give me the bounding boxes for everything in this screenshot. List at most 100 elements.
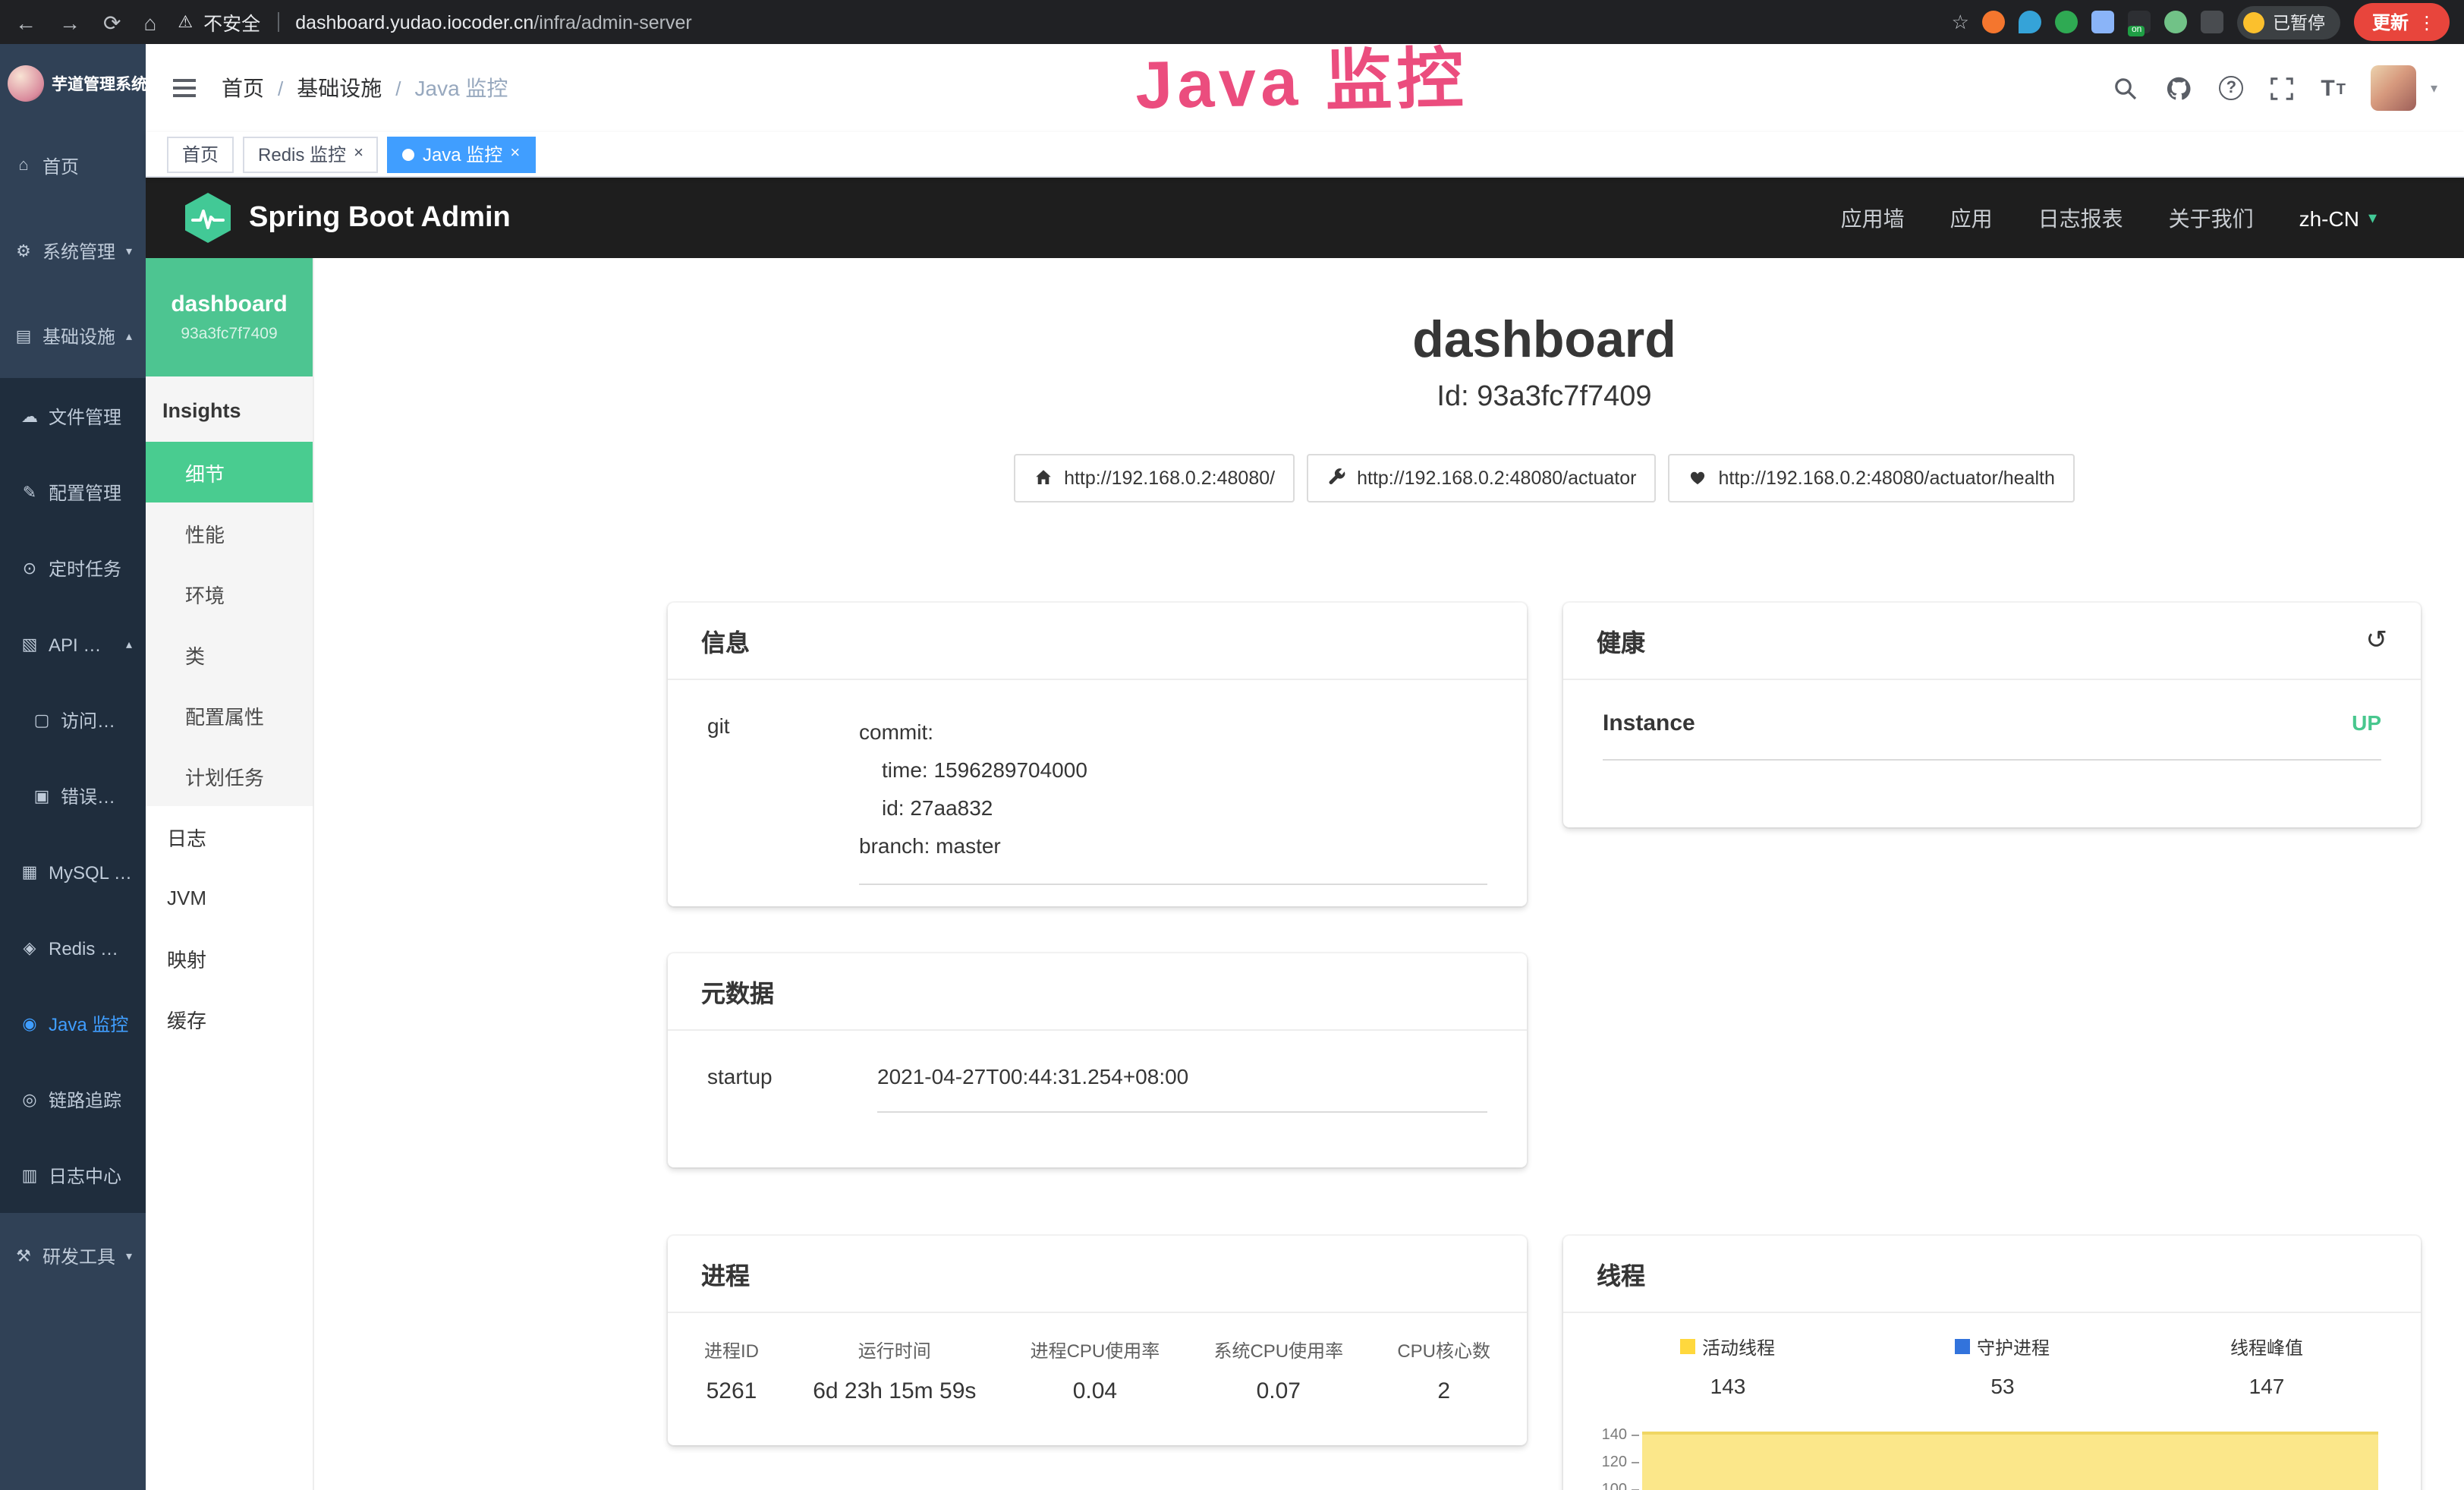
redis-icon: ◈: [20, 937, 39, 957]
sba-item-scheduled-tasks[interactable]: 计划任务: [146, 745, 313, 806]
sba-item-config-props[interactable]: 配置属性: [146, 685, 313, 745]
sba-item-jvm[interactable]: JVM: [146, 867, 313, 928]
forward-icon[interactable]: →: [59, 11, 80, 33]
font-size-icon[interactable]: TT: [2321, 77, 2346, 99]
home-icon: [1034, 468, 1053, 488]
tab-java-monitor[interactable]: Java 监控×: [388, 136, 535, 172]
sidebar-item-dev-tools[interactable]: ⚒研发工具▾: [0, 1213, 146, 1298]
home-icon: ⌂: [14, 156, 33, 175]
home-icon[interactable]: ⌂: [143, 11, 156, 33]
browser-menu-icon[interactable]: ⋮: [2418, 11, 2436, 33]
sidebar-item-scheduled-tasks[interactable]: ⊙定时任务: [0, 530, 146, 606]
sidebar-item-infrastructure[interactable]: ▤基础设施▴: [0, 293, 146, 378]
breadcrumb-infrastructure[interactable]: 基础设施: [297, 73, 382, 103]
actuator-url-link[interactable]: http://192.168.0.2:48080/actuator: [1307, 454, 1656, 502]
update-label: 更新: [2372, 9, 2409, 35]
legend-live-threads: 活动线程 143: [1681, 1334, 1775, 1398]
threads-chart: 140 120 100: [1591, 1422, 2393, 1490]
browser-nav: ← → ⟳ ⌂: [15, 11, 156, 33]
github-icon[interactable]: [2164, 74, 2193, 102]
sba-item-environment[interactable]: 环境: [146, 563, 313, 624]
sba-item-logs[interactable]: 日志: [146, 806, 313, 867]
extension-icon-4[interactable]: [2092, 11, 2115, 33]
health-card-title: 健康: [1597, 622, 1645, 659]
fullscreen-icon[interactable]: [2269, 75, 2295, 101]
info-card: 信息 git commit: time: 1596289704000 id: 2…: [668, 603, 1527, 906]
extension-icon-7[interactable]: [2201, 11, 2224, 33]
instance-links: http://192.168.0.2:48080/ http://192.168…: [668, 454, 2421, 502]
address-bar[interactable]: ⚠ 不安全 dashboard.yudao.iocoder.cn/infra/a…: [178, 8, 691, 36]
sidebar-item-access-logs[interactable]: ▢访问日志: [0, 682, 146, 758]
breadcrumb-home[interactable]: 首页: [222, 73, 264, 103]
sidebar-item-log-center[interactable]: ▥日志中心: [0, 1137, 146, 1213]
sidebar-item-mysql-monitor[interactable]: ▦MySQL 监控: [0, 833, 146, 909]
close-icon[interactable]: ×: [510, 146, 520, 162]
breadcrumb-separator: /: [278, 77, 283, 99]
instance-id: 93a3fc7f7409: [181, 325, 277, 343]
sba-nav-about[interactable]: 关于我们: [2169, 203, 2254, 233]
sba-item-classes[interactable]: 类: [146, 624, 313, 685]
health-card: 健康 ↺ Instance UP: [1563, 603, 2421, 827]
sba-nav-applications[interactable]: 应用: [1950, 203, 1993, 233]
chevron-down-icon[interactable]: ▾: [2431, 80, 2437, 96]
wrench-icon: [1326, 468, 1346, 488]
back-icon[interactable]: ←: [15, 11, 36, 33]
threads-chart-y-axis: 140 120 100: [1591, 1422, 1639, 1490]
sidebar-menu: ⌂首页 ⚙系统管理▾ ▤基础设施▴ ☁文件管理 ✎配置管理 ⊙定时任务 ▧API…: [0, 123, 146, 1298]
sidebar-item-tracing[interactable]: ◎链路追踪: [0, 1061, 146, 1137]
service-url-link[interactable]: http://192.168.0.2:48080/: [1014, 454, 1295, 502]
sidebar-item-config-mgmt[interactable]: ✎配置管理: [0, 454, 146, 530]
process-stat-uptime: 运行时间 6d 23h 15m 59s: [813, 1337, 976, 1404]
bookmark-star-icon[interactable]: ☆: [1952, 10, 1969, 34]
reload-icon[interactable]: ⟳: [103, 11, 121, 33]
admin-sidebar: 芋道管理系统 ⌂首页 ⚙系统管理▾ ▤基础设施▴ ☁文件管理 ✎配置管理 ⊙定时…: [0, 44, 146, 1490]
legend-peak-threads: 线程峰值 147: [2230, 1334, 2303, 1398]
gear-icon: ⚙: [14, 241, 33, 260]
sidebar-item-home[interactable]: ⌂首页: [0, 123, 146, 208]
paused-badge[interactable]: 已暂停: [2238, 5, 2340, 39]
sba-item-caches[interactable]: 缓存: [146, 988, 313, 1049]
extension-icon-1[interactable]: [1983, 11, 2006, 33]
sidebar-item-redis-monitor[interactable]: ◈Redis 监控: [0, 909, 146, 985]
sidebar-item-api-logs[interactable]: ▧API 日志▴: [0, 606, 146, 682]
extension-icon-3[interactable]: [2056, 11, 2079, 33]
sba-brand-title: Spring Boot Admin: [249, 201, 511, 235]
history-icon[interactable]: ↺: [2366, 628, 2388, 654]
extension-icon-5[interactable]: on: [2129, 11, 2151, 33]
help-icon[interactable]: ?: [2219, 76, 2243, 100]
instance-id-subtitle: Id: 93a3fc7f7409: [668, 381, 2421, 414]
sba-item-metrics[interactable]: 性能: [146, 502, 313, 563]
sba-section-insights: Insights: [146, 376, 313, 442]
header-actions: ? TT ▾: [2113, 65, 2437, 111]
tab-home[interactable]: 首页: [167, 136, 234, 172]
extension-icon-6[interactable]: [2165, 11, 2188, 33]
sba-item-mappings[interactable]: 映射: [146, 928, 313, 988]
sidebar-item-system-mgmt[interactable]: ⚙系统管理▾: [0, 208, 146, 293]
sba-instance-header[interactable]: dashboard 93a3fc7f7409: [146, 258, 313, 376]
tab-redis-monitor[interactable]: Redis 监控×: [243, 136, 379, 172]
sidebar-item-file-mgmt[interactable]: ☁文件管理: [0, 378, 146, 454]
sba-locale-select[interactable]: zh-CN▾: [2299, 206, 2377, 230]
process-card-title: 进程: [701, 1255, 750, 1292]
health-instance-row: Instance UP: [1603, 710, 2381, 761]
health-status-badge: UP: [2352, 711, 2381, 736]
sba-nav: 应用墙 应用 日志报表 关于我们 zh-CN▾: [1841, 203, 2425, 233]
sidebar-item-error-logs[interactable]: ▣错误日志: [0, 758, 146, 833]
security-warning-icon[interactable]: ⚠: [178, 12, 193, 32]
update-button[interactable]: 更新 ⋮: [2354, 3, 2450, 41]
chevron-down-icon: ▾: [126, 244, 132, 257]
health-url-link[interactable]: http://192.168.0.2:48080/actuator/health: [1668, 454, 2074, 502]
app-logo: 芋道管理系统: [0, 44, 146, 123]
sidebar-item-java-monitor[interactable]: ◉Java 监控: [0, 985, 146, 1061]
sba-nav-journal[interactable]: 日志报表: [2038, 203, 2123, 233]
close-icon[interactable]: ×: [354, 146, 363, 162]
instance-name: dashboard: [171, 291, 287, 317]
search-icon[interactable]: [2113, 75, 2138, 101]
collapse-sidebar-icon[interactable]: [173, 79, 196, 97]
sba-nav-wallboard[interactable]: 应用墙: [1841, 203, 1905, 233]
extension-icon-2[interactable]: [2019, 11, 2042, 33]
sba-item-details[interactable]: 细节: [146, 442, 313, 502]
sba-main: dashboard Id: 93a3fc7f7409 http://192.16…: [314, 258, 2464, 1490]
user-avatar[interactable]: [2371, 65, 2417, 111]
cloud-icon: ☁: [20, 406, 39, 426]
